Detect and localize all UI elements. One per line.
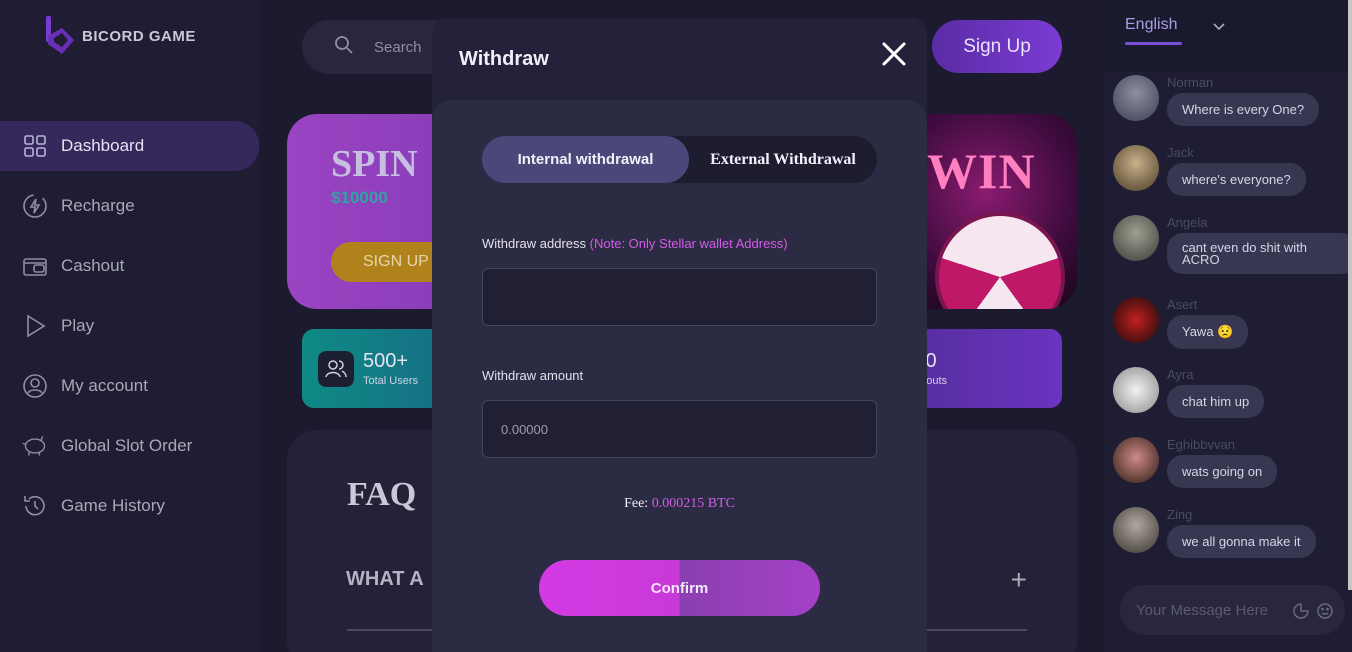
page-scrollbar[interactable]: [1348, 0, 1352, 590]
chat-username: Jack: [1167, 145, 1194, 160]
modal-body: Internal withdrawal External Withdrawal …: [432, 100, 927, 652]
chat-username: Norman: [1167, 75, 1214, 90]
chat-input-placeholder: Your Message Here: [1136, 601, 1269, 619]
withdraw-amount-input[interactable]: 0.00000: [482, 400, 877, 458]
avatar[interactable]: [1113, 437, 1159, 483]
page: BICORD GAME Dashboard Recharge Cashout P…: [0, 0, 1352, 652]
sidebar-item-label: My account: [61, 376, 148, 395]
withdraw-modal: Withdraw Internal withdrawal External Wi…: [432, 18, 927, 652]
users-icon: [318, 350, 354, 387]
avatar[interactable]: [1113, 215, 1159, 261]
play-icon: [22, 313, 48, 339]
logo-text: BICORD GAME: [82, 27, 196, 45]
avatar[interactable]: [1113, 367, 1159, 413]
emoji-icon[interactable]: [1316, 602, 1334, 624]
fee-display: Fee: 0.000215 BTC: [432, 496, 927, 512]
sidebar-item-label: Recharge: [61, 196, 135, 215]
sidebar: BICORD GAME Dashboard Recharge Cashout P…: [0, 0, 260, 652]
sign-up-button[interactable]: Sign Up: [932, 20, 1062, 73]
sidebar-item-cashout[interactable]: Cashout: [0, 241, 259, 291]
search-placeholder: Search: [374, 38, 422, 56]
modal-title: Withdraw: [459, 48, 549, 70]
banner-title: SPIN: [331, 143, 418, 185]
chat-panel: English Norman Where is every One? Jack …: [1105, 0, 1352, 652]
fee-label: Fee:: [624, 496, 649, 511]
faq-title: FAQ: [347, 476, 417, 513]
avatar[interactable]: [1113, 297, 1159, 343]
chat-message-input[interactable]: Your Message Here: [1120, 585, 1345, 635]
banner-amount: $10000: [331, 188, 388, 207]
chevron-down-icon[interactable]: [1211, 18, 1227, 39]
address-label-text: Withdraw address: [482, 236, 587, 251]
win-text: WIN: [927, 143, 1036, 199]
user-icon: [22, 373, 48, 399]
tab-external-withdrawal[interactable]: External Withdrawal: [689, 136, 877, 183]
sidebar-item-play[interactable]: Play: [0, 301, 259, 351]
sidebar-item-my-account[interactable]: My account: [0, 361, 259, 411]
withdraw-type-tabs: Internal withdrawal External Withdrawal: [482, 136, 877, 183]
sidebar-item-recharge[interactable]: Recharge: [0, 181, 259, 231]
sidebar-item-label: Game History: [61, 496, 165, 515]
language-selector[interactable]: English: [1105, 0, 1352, 72]
withdraw-amount-label: Withdraw amount: [482, 368, 584, 383]
sidebar-nav: Dashboard Recharge Cashout Play My accou…: [0, 121, 260, 541]
chat-username: Eghibbvvan: [1167, 437, 1235, 452]
confirm-button[interactable]: Confirm: [539, 560, 820, 616]
avatar[interactable]: [1113, 145, 1159, 191]
wallet-icon: [22, 253, 48, 279]
gif-icon[interactable]: [1292, 602, 1310, 624]
chat-username: Angela: [1167, 215, 1208, 230]
sidebar-item-dashboard[interactable]: Dashboard: [0, 121, 259, 171]
language-label: English: [1125, 16, 1178, 33]
tab-internal-withdrawal[interactable]: Internal withdrawal: [482, 136, 689, 183]
stat-label: Total Users: [363, 375, 419, 387]
chat-bubble: Yawa 😟: [1167, 315, 1249, 349]
chat-bubble: wats going on: [1167, 455, 1278, 488]
faq-question[interactable]: WHAT A: [346, 568, 424, 591]
logo-mark-icon: [44, 14, 76, 58]
chat-username: Asert: [1167, 297, 1198, 312]
chat-username: Ayra: [1167, 367, 1194, 382]
grid-icon: [22, 133, 48, 159]
withdraw-address-label: Withdraw address (Note: Only Stellar wal…: [482, 236, 788, 251]
search-icon: [334, 35, 354, 59]
chat-bubble: Where is every One?: [1167, 93, 1320, 126]
chat-bubble: where's everyone?: [1167, 163, 1306, 196]
close-icon[interactable]: [879, 39, 909, 69]
chat-bubble: we all gonna make it: [1167, 525, 1316, 558]
sidebar-item-label: Dashboard: [61, 136, 145, 155]
piggy-bank-icon: [22, 433, 48, 459]
stat-value: 500+: [363, 350, 409, 372]
history-icon: [22, 493, 48, 519]
address-note: (Note: Only Stellar wallet Address): [589, 236, 788, 251]
sidebar-item-label: Global Slot Order: [61, 436, 193, 455]
sidebar-item-game-history[interactable]: Game History: [0, 481, 259, 531]
withdraw-address-input[interactable]: [482, 268, 877, 326]
expand-plus-icon[interactable]: +: [1011, 564, 1027, 596]
logo[interactable]: BICORD GAME: [44, 14, 196, 58]
sidebar-item-label: Play: [61, 316, 95, 335]
sidebar-item-label: Cashout: [61, 256, 125, 275]
sidebar-item-global-slot-order[interactable]: Global Slot Order: [0, 421, 259, 471]
chat-username: Zing: [1167, 507, 1193, 522]
fee-value: 0.000215 BTC: [651, 496, 735, 511]
chat-bubble: cant even do shit with ACRO: [1167, 233, 1352, 274]
bolt-icon: [22, 193, 48, 219]
language-underline: [1125, 42, 1182, 45]
avatar[interactable]: [1113, 75, 1159, 121]
chat-bubble: chat him up: [1167, 385, 1265, 418]
avatar[interactable]: [1113, 507, 1159, 553]
